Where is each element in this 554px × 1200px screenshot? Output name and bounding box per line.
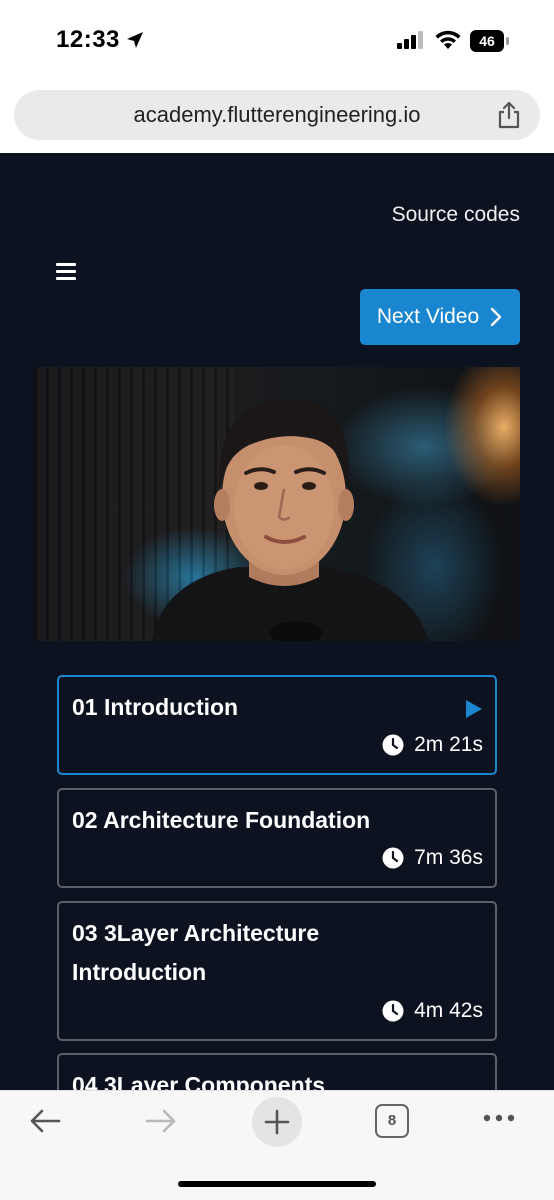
back-arrow-icon[interactable] [28,1107,62,1135]
address-bar[interactable]: academy.flutterengineering.io [14,90,540,140]
lesson-duration: 2m 21s [382,733,483,757]
lesson-title: 01 Introduction [72,694,239,720]
menu-icon[interactable] [56,263,78,281]
clock-icon [382,734,404,756]
lesson-item-3[interactable]: 03 3Layer Architecture Introduction 4m 4… [57,901,497,1041]
tabs-button[interactable]: 8 [375,1104,409,1138]
lesson-duration: 4m 42s [382,999,483,1023]
share-icon[interactable] [496,101,522,129]
battery-level: 46 [470,30,504,52]
lesson-item-4[interactable]: 04 3Layer Components [57,1053,497,1090]
location-arrow-icon [127,32,143,48]
next-video-button[interactable]: Next Video [360,289,520,345]
source-codes-link[interactable]: Source codes [392,203,520,227]
new-tab-button[interactable] [252,1097,302,1147]
play-icon [466,700,482,718]
lesson-duration-text: 2m 21s [414,733,483,756]
lesson-title: 02 Architecture Foundation [72,807,371,833]
status-bar: 12:33 46 [0,0,554,80]
plus-icon [264,1109,290,1135]
lesson-title: 04 3Layer Components [72,1072,326,1090]
next-video-label: Next Video [376,305,480,328]
url-text[interactable]: academy.flutterengineering.io [14,90,540,140]
chevron-right-icon [490,307,502,327]
lesson-title: 03 3Layer Architecture Introduction [72,920,320,985]
video-player[interactable] [34,367,520,641]
forward-arrow-icon[interactable] [144,1107,178,1135]
lesson-item-2[interactable]: 02 Architecture Foundation 7m 36s [57,788,497,888]
lesson-item-1[interactable]: 01 Introduction 2m 21s [57,675,497,775]
lesson-duration-text: 4m 42s [414,999,483,1022]
home-indicator [178,1181,376,1187]
wifi-icon [435,30,461,49]
status-time: 12:33 [56,26,120,53]
lesson-duration: 7m 36s [382,846,483,870]
clock-icon [382,847,404,869]
presenter-image [152,398,429,641]
lesson-duration-text: 7m 36s [414,846,483,869]
more-icon[interactable] [482,1113,516,1123]
battery-nub [506,37,509,45]
battery-icon: 46 [470,30,510,52]
cellular-signal-icon [397,31,423,49]
clock-icon [382,1000,404,1022]
course-page: Source codes Next Video 01 Introduction … [0,153,554,1090]
